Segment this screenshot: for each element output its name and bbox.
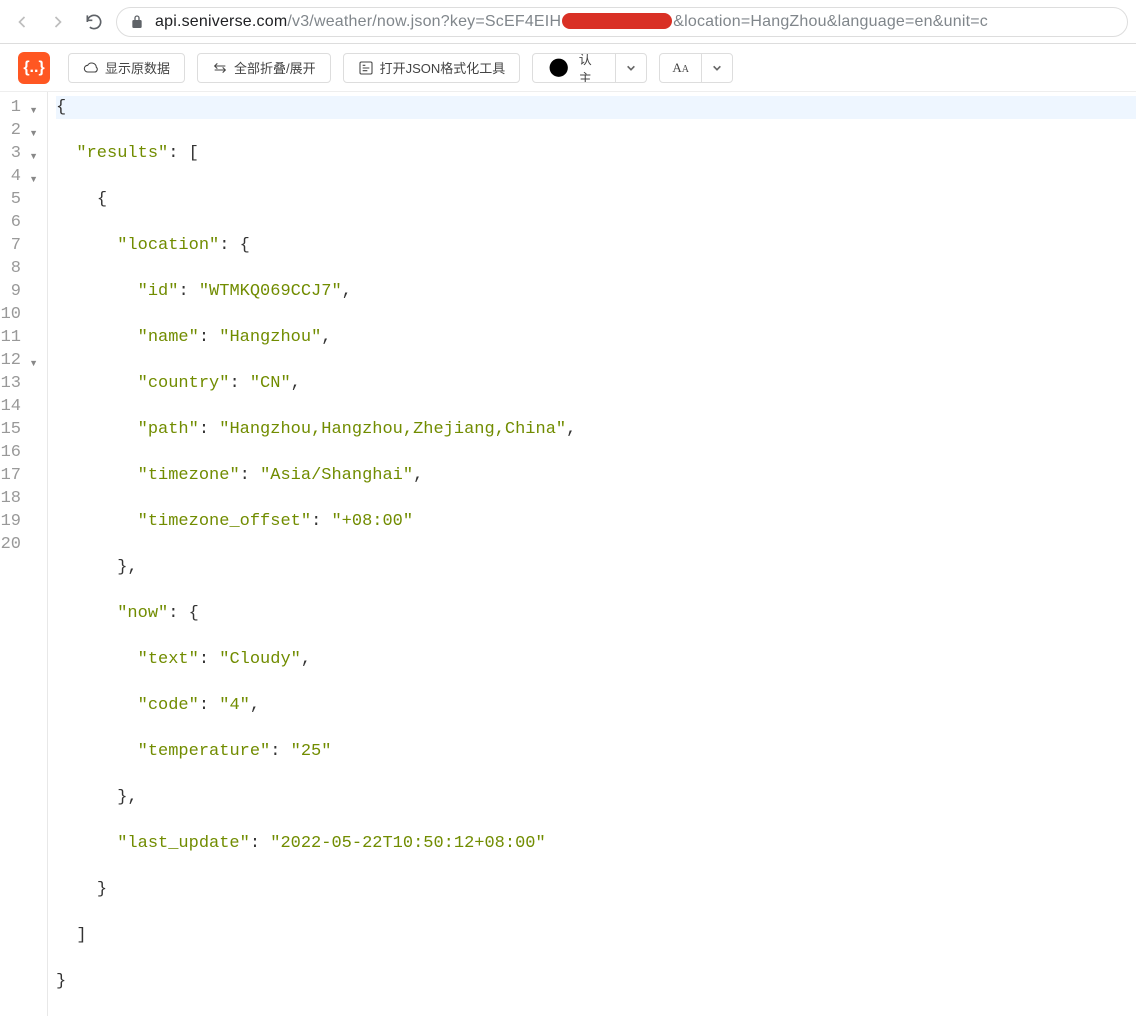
code-line[interactable]: "temperature": "25" [56,740,1136,763]
font-size-selector[interactable]: AA [659,53,733,83]
theme-selector[interactable]: 默认主题 [532,53,647,83]
url-text: api.seniverse.com/v3/weather/now.json?ke… [155,13,1115,31]
chevron-down-icon [626,63,636,73]
show-raw-button[interactable]: 显示原数据 [68,53,185,83]
code-line[interactable]: "name": "Hangzhou", [56,326,1136,349]
code-line[interactable]: }, [56,556,1136,579]
theme-caret[interactable] [616,54,646,82]
back-button[interactable] [8,8,36,36]
line-number-gutter: 1234567891011121314151617181920 [0,92,48,1016]
open-formatter-button[interactable]: 打开JSON格式化工具 [343,53,521,83]
code-line[interactable]: { [56,96,1136,119]
code-line[interactable]: "text": "Cloudy", [56,648,1136,671]
collapse-expand-icon [212,60,228,76]
json-viewer: 1234567891011121314151617181920 { "resul… [0,92,1136,1016]
chevron-down-icon [712,63,722,73]
code-line[interactable]: "path": "Hangzhou,Hangzhou,Zhejiang,Chin… [56,418,1136,441]
open-formatter-label: 打开JSON格式化工具 [380,58,506,77]
code-line[interactable]: } [56,970,1136,993]
code-line[interactable]: } [56,878,1136,901]
url-field[interactable]: api.seniverse.com/v3/weather/now.json?ke… [116,7,1128,37]
redacted-region [562,13,672,29]
code-line[interactable]: "location": { [56,234,1136,257]
code-line[interactable]: ] [56,924,1136,947]
theme-selector-label-area[interactable]: 默认主题 [533,54,615,82]
font-size-caret[interactable] [702,54,732,82]
code-line[interactable]: }, [56,786,1136,809]
code-line[interactable]: "now": { [56,602,1136,625]
code-line[interactable]: "results": [ [56,142,1136,165]
code-line[interactable]: "timezone": "Asia/Shanghai", [56,464,1136,487]
palette-icon [545,54,572,81]
formatter-icon [358,60,374,76]
code-line[interactable]: "last_update": "2022-05-22T10:50:12+08:0… [56,832,1136,855]
lock-icon [129,14,145,30]
code-line[interactable]: "country": "CN", [56,372,1136,395]
cloud-icon [83,60,99,76]
forward-button[interactable] [44,8,72,36]
code-area[interactable]: { "results": [ { "location": { "id": "WT… [48,92,1136,1016]
code-line[interactable]: { [56,188,1136,211]
extension-logo[interactable]: {..} [18,52,50,84]
font-size-label-area[interactable]: AA [660,54,701,82]
code-line[interactable]: "code": "4", [56,694,1136,717]
show-raw-label: 显示原数据 [105,58,170,77]
reload-button[interactable] [80,8,108,36]
toggle-collapse-button[interactable]: 全部折叠/展开 [197,53,331,83]
toggle-collapse-label: 全部折叠/展开 [234,58,316,77]
code-line[interactable]: "timezone_offset": "+08:00" [56,510,1136,533]
theme-label: 默认主题 [579,53,604,83]
address-bar: api.seniverse.com/v3/weather/now.json?ke… [0,0,1136,44]
json-toolbar: {..} 显示原数据 全部折叠/展开 打开JSON格式化工具 默认主题 AA [0,44,1136,92]
font-size-icon: AA [672,60,689,76]
code-line[interactable]: "id": "WTMKQ069CCJ7", [56,280,1136,303]
